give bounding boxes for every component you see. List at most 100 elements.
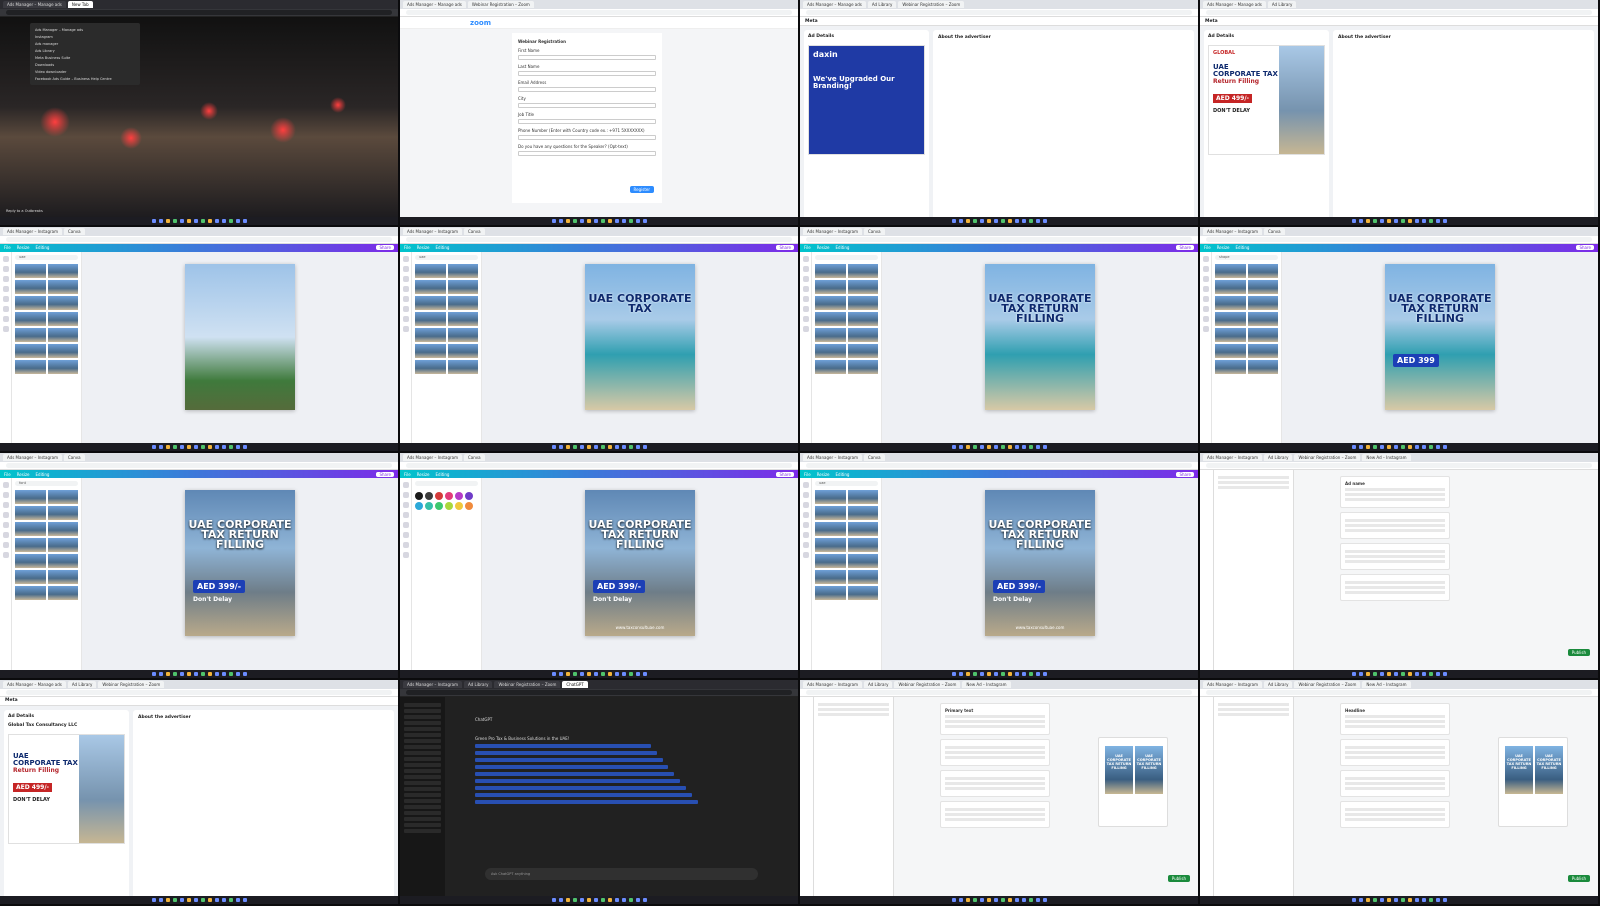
rail-icon[interactable] bbox=[802, 502, 809, 508]
taskbar-app-icon[interactable] bbox=[1372, 671, 1377, 676]
canva-menu-1[interactable]: Resize bbox=[1217, 245, 1230, 250]
tree-item[interactable] bbox=[818, 702, 889, 706]
browser-tab[interactable]: Webinar Registration – Zoom bbox=[1294, 454, 1361, 461]
taskbar-app-icon[interactable] bbox=[993, 671, 998, 676]
color-swatch[interactable] bbox=[445, 502, 453, 510]
canva-menu-1[interactable]: Resize bbox=[817, 245, 830, 250]
panel-search-input[interactable]: font bbox=[15, 481, 78, 486]
taskbar-app-icon[interactable] bbox=[193, 218, 198, 223]
form-field[interactable] bbox=[1345, 786, 1445, 790]
poster-design[interactable] bbox=[185, 263, 295, 410]
canva-menu-2[interactable]: Editing bbox=[436, 472, 450, 477]
browser-tab[interactable]: New Ad – Instagram bbox=[1362, 454, 1411, 461]
panel-search-input[interactable] bbox=[815, 254, 878, 260]
taskbar-app-icon[interactable] bbox=[242, 671, 247, 676]
taskbar-app-icon[interactable] bbox=[172, 898, 177, 902]
browser-tab[interactable]: New Ad – Instagram bbox=[962, 680, 1011, 688]
taskbar-app-icon[interactable] bbox=[1028, 898, 1033, 902]
photo-thumbnail[interactable] bbox=[815, 522, 846, 536]
taskbar-app-icon[interactable] bbox=[1372, 898, 1377, 902]
chat-history-item[interactable] bbox=[404, 786, 441, 791]
browser-tab[interactable]: Canva bbox=[64, 227, 85, 235]
photo-thumbnail[interactable] bbox=[1215, 359, 1246, 374]
taskbar-app-icon[interactable] bbox=[958, 671, 963, 676]
photo-thumbnail[interactable] bbox=[847, 327, 878, 342]
taskbar-app-icon[interactable] bbox=[1028, 445, 1033, 449]
photo-thumbnail[interactable] bbox=[15, 311, 46, 326]
share-button[interactable]: Share bbox=[1176, 245, 1194, 250]
photo-thumbnail[interactable] bbox=[15, 359, 46, 374]
taskbar-app-icon[interactable] bbox=[558, 898, 563, 902]
taskbar-app-icon[interactable] bbox=[179, 445, 184, 449]
chat-history-item[interactable] bbox=[404, 738, 441, 743]
taskbar-app-icon[interactable] bbox=[221, 671, 226, 676]
rail-icon[interactable] bbox=[802, 295, 809, 302]
browser-tab[interactable]: Ad Library bbox=[464, 680, 493, 688]
photo-thumbnail[interactable] bbox=[815, 311, 846, 326]
publish-button[interactable]: Publish bbox=[1167, 875, 1190, 882]
taskbar-app-icon[interactable] bbox=[1428, 445, 1433, 449]
form-field[interactable] bbox=[1345, 555, 1445, 558]
taskbar-app-icon[interactable] bbox=[1035, 445, 1040, 449]
photo-thumbnail[interactable] bbox=[47, 506, 78, 520]
taskbar-app-icon[interactable] bbox=[986, 445, 991, 449]
browser-tab[interactable]: Canva bbox=[64, 454, 85, 461]
taskbar-app-icon[interactable] bbox=[600, 445, 605, 449]
color-swatch[interactable] bbox=[455, 492, 463, 500]
rail-icon[interactable] bbox=[402, 275, 409, 282]
rail-icon[interactable] bbox=[2, 542, 9, 548]
photo-thumbnail[interactable] bbox=[15, 343, 46, 358]
taskbar-app-icon[interactable] bbox=[1421, 671, 1426, 676]
taskbar-app-icon[interactable] bbox=[1414, 218, 1419, 223]
rail-icon[interactable] bbox=[2, 315, 9, 322]
taskbar-app-icon[interactable] bbox=[1407, 445, 1412, 449]
taskbar-app-icon[interactable] bbox=[1021, 671, 1026, 676]
color-swatch[interactable] bbox=[435, 502, 443, 510]
taskbar-app-icon[interactable] bbox=[551, 445, 556, 449]
photo-thumbnail[interactable] bbox=[47, 570, 78, 584]
photo-thumbnail[interactable] bbox=[447, 343, 478, 358]
taskbar-app-icon[interactable] bbox=[193, 445, 198, 449]
url-input[interactable] bbox=[806, 10, 1192, 15]
rail-icon[interactable] bbox=[402, 542, 409, 548]
tree-item[interactable] bbox=[1218, 486, 1289, 489]
poster-title[interactable]: UAE CORPORATE TAX bbox=[585, 293, 695, 314]
form-field[interactable] bbox=[945, 786, 1045, 790]
taskbar-app-icon[interactable] bbox=[993, 445, 998, 449]
photo-thumbnail[interactable] bbox=[815, 490, 846, 504]
taskbar-app-icon[interactable] bbox=[1400, 898, 1405, 902]
taskbar-app-icon[interactable] bbox=[1351, 218, 1356, 223]
rail-icon[interactable] bbox=[402, 492, 409, 498]
photo-thumbnail[interactable] bbox=[15, 327, 46, 342]
photo-thumbnail[interactable] bbox=[815, 263, 846, 278]
browser-tab[interactable]: Canva bbox=[1264, 227, 1285, 235]
browser-tab[interactable]: Ads Manager – Instagram bbox=[1203, 680, 1262, 688]
canva-menu-2[interactable]: Editing bbox=[836, 245, 850, 250]
taskbar-app-icon[interactable] bbox=[958, 218, 963, 223]
taskbar-app-icon[interactable] bbox=[200, 898, 205, 902]
form-field[interactable] bbox=[1345, 719, 1445, 723]
taskbar-app-icon[interactable] bbox=[628, 898, 633, 902]
taskbar-app-icon[interactable] bbox=[579, 671, 584, 676]
taskbar-app-icon[interactable] bbox=[1442, 218, 1447, 223]
ad-creative[interactable]: daxin We've Upgraded Our Branding! bbox=[808, 45, 925, 155]
poster-tagline[interactable]: Don't Delay bbox=[993, 596, 1032, 603]
color-swatch[interactable] bbox=[425, 502, 433, 510]
photo-thumbnail[interactable] bbox=[15, 263, 46, 278]
browser-tab[interactable]: Ads Manager – Manage ads bbox=[3, 680, 66, 688]
rail-icon[interactable] bbox=[402, 552, 409, 558]
rail-icon[interactable] bbox=[802, 265, 809, 272]
rail-icon[interactable] bbox=[1202, 305, 1209, 312]
chat-history-item[interactable] bbox=[404, 792, 441, 797]
url-input[interactable] bbox=[806, 463, 1192, 468]
taskbar-app-icon[interactable] bbox=[965, 671, 970, 676]
form-field[interactable] bbox=[1345, 560, 1445, 563]
taskbar-app-icon[interactable] bbox=[607, 445, 612, 449]
rail-icon[interactable] bbox=[402, 482, 409, 488]
taskbar-app-icon[interactable] bbox=[614, 898, 619, 902]
publish-button[interactable]: Publish bbox=[1567, 648, 1590, 656]
browser-tab[interactable]: Canva bbox=[464, 454, 485, 461]
form-field[interactable] bbox=[945, 776, 1045, 780]
chat-history-item[interactable] bbox=[404, 750, 441, 755]
taskbar-app-icon[interactable] bbox=[1000, 898, 1005, 902]
